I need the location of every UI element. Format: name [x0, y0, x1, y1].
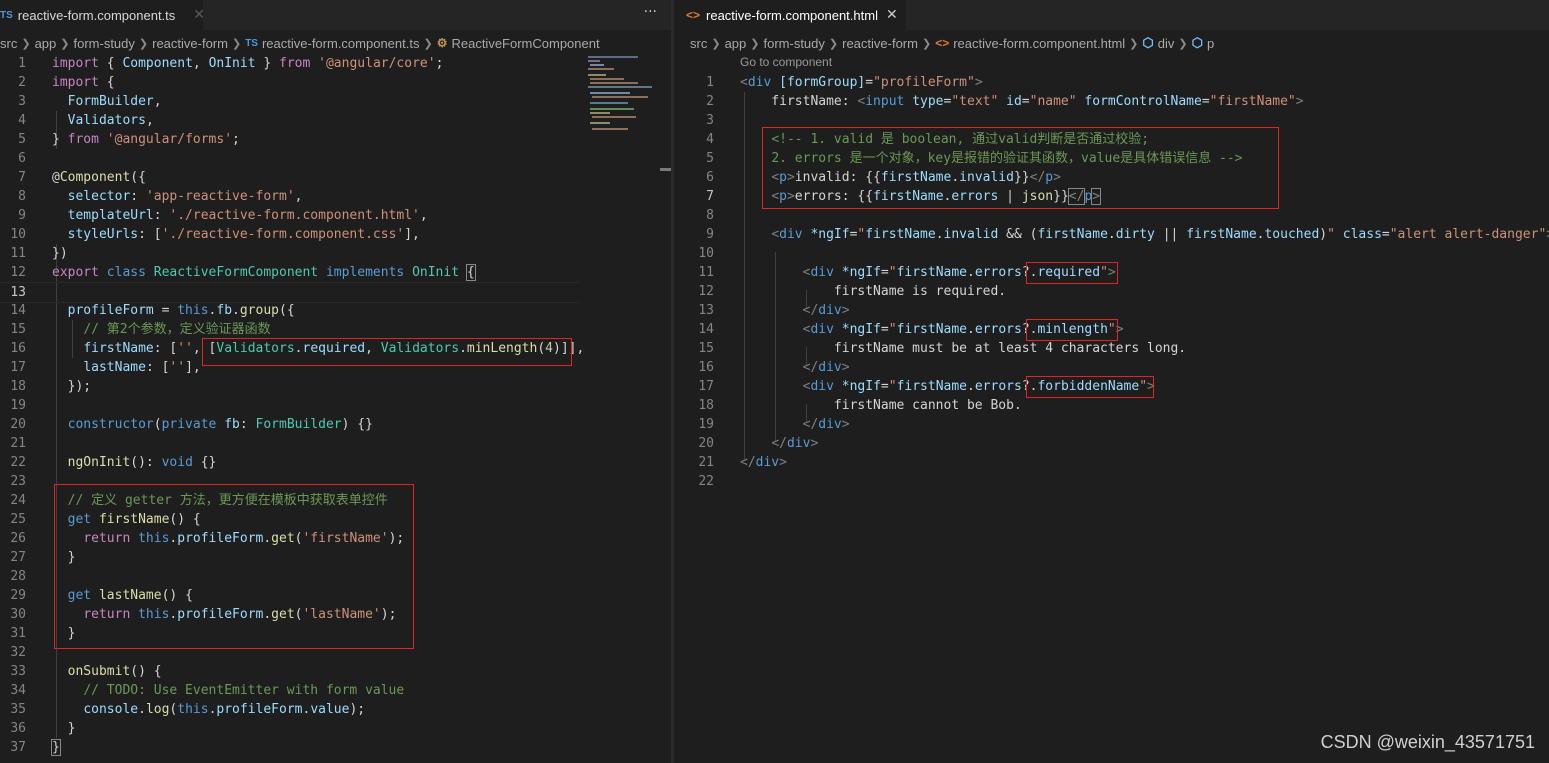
chevron-right-icon: ❯	[138, 37, 149, 50]
tab-reactive-form-component-ts[interactable]: TS reactive-form.component.ts ✕	[0, 0, 205, 30]
breadcrumb-item[interactable]: reactive-form	[152, 36, 228, 51]
breadcrumb-symbol[interactable]: ReactiveFormComponent	[451, 36, 599, 51]
code-line: 37}	[10, 739, 61, 756]
element-symbol-icon: ⬡	[1191, 35, 1203, 50]
code-line: 4 Validators,	[18, 113, 154, 128]
code-line: 1 <div [formGroup]="profileForm">	[706, 75, 983, 90]
highlight-box-getters	[54, 484, 414, 649]
tab-label: reactive-form.component.html	[706, 7, 878, 23]
highlight-box-required	[1026, 262, 1118, 284]
code-line: 10	[698, 246, 714, 261]
element-symbol-icon: ⬡	[1142, 35, 1154, 50]
breadcrumb-item[interactable]: app	[35, 36, 57, 51]
chevron-right-icon: ❯	[828, 37, 839, 50]
html-file-icon: <>	[935, 36, 950, 50]
chevron-right-icon: ❯	[1129, 37, 1139, 50]
code-line: 15 // 第2个参数，定义验证器函数	[10, 322, 271, 337]
breadcrumb-symbol-div[interactable]: div	[1158, 36, 1175, 51]
highlight-box-comment	[762, 127, 1279, 209]
scrollbar-cursor-marker	[660, 168, 671, 171]
code-line: 34 // TODO: Use EventEmitter with form v…	[10, 683, 405, 698]
code-line: 36 }	[10, 721, 76, 736]
breadcrumb-symbol-p[interactable]: p	[1207, 36, 1214, 51]
code-line: 20 </div>	[698, 436, 819, 451]
chevron-right-icon: ❯	[750, 37, 760, 50]
chevron-right-icon: ❯	[711, 37, 721, 50]
code-line: 10 styleUrls: ['./reactive-form.componen…	[10, 227, 420, 242]
breadcrumb-item[interactable]: src	[0, 36, 17, 51]
breadcrumb: src ❯ app ❯ form-study ❯ reactive-form ❯ TS …	[0, 33, 671, 53]
tab-label: reactive-form.component.ts	[17, 7, 176, 23]
chevron-right-icon: ❯	[921, 37, 932, 50]
code-line-current: 13	[0, 282, 579, 303]
breadcrumb-file[interactable]: reactive-form.component.ts	[262, 36, 420, 51]
watermark: CSDN @weixin_43571751	[1320, 732, 1535, 752]
tab-reactive-form-component-html[interactable]: <> reactive-form.component.html ✕	[674, 0, 906, 30]
code-line: 5} from '@angular/forms';	[18, 132, 240, 147]
code-line: 12 export class ReactiveFormComponent imp…	[10, 264, 476, 281]
code-line: 1 import { Component, OnInit } from '@ang…	[18, 56, 444, 71]
go-to-component-codelens[interactable]: Go to component	[740, 55, 832, 72]
chevron-right-icon: ❯	[21, 37, 31, 50]
code-line: 14 profileForm = this.fb.group({	[10, 303, 295, 318]
right-tab-bar: <> reactive-form.component.html ✕	[674, 0, 1549, 30]
breadcrumb-item[interactable]: src	[690, 36, 707, 51]
code-line: 3 FormBuilder,	[18, 94, 162, 109]
chevron-right-icon: ❯	[423, 37, 433, 50]
code-line: 18 });	[10, 379, 92, 394]
code-line: 11})	[10, 246, 68, 261]
code-line: 20 constructor(private fb: FormBuilder) …	[10, 417, 373, 432]
typescript-file-icon: TS	[0, 9, 13, 21]
code-line: 22	[698, 474, 714, 489]
code-line: 2 firstName: <input type="text" id="name…	[706, 94, 1304, 109]
code-line: 9 <div *ngIf="firstName.invalid && (firs…	[706, 227, 1549, 242]
breadcrumb-item[interactable]: reactive-form	[842, 36, 918, 51]
code-line: 8 selector: 'app-reactive-form',	[18, 189, 303, 204]
code-line: 19	[10, 398, 26, 413]
more-actions-icon[interactable]: ···	[644, 4, 657, 20]
code-line: 9 templateUrl: './reactive-form.componen…	[18, 208, 428, 223]
code-line: 2 import {	[18, 75, 115, 90]
left-tab-bar: TS reactive-form.component.ts ✕ ···	[0, 0, 671, 30]
breadcrumb-item[interactable]: form-study	[763, 36, 824, 51]
highlight-box-validators	[202, 338, 572, 366]
breadcrumb-item[interactable]: app	[725, 36, 747, 51]
code-line: 6	[18, 151, 26, 166]
code-line: 19 </div>	[698, 417, 850, 432]
highlight-box-minlength	[1026, 319, 1118, 341]
code-line: 33 onSubmit() {	[10, 664, 162, 679]
code-line: 18 firstName cannot be Bob.	[698, 398, 1022, 413]
chevron-right-icon: ❯	[60, 37, 70, 50]
breadcrumb-item[interactable]: form-study	[73, 36, 134, 51]
code-line: 7 @Component({	[18, 170, 146, 185]
chevron-right-icon: ❯	[1178, 37, 1188, 50]
code-line: 22 ngOnInit(): void {}	[10, 455, 217, 470]
code-line: 12 firstName is required.	[698, 284, 1007, 299]
code-line: 21	[10, 436, 26, 451]
code-line: 35 console.log(this.profileForm.value);	[10, 702, 366, 717]
close-icon[interactable]: ✕	[886, 7, 898, 23]
breadcrumb: src ❯ app ❯ form-study ❯ reactive-form ❯ <> …	[690, 33, 1549, 53]
right-editor-group: <> reactive-form.component.html ✕ src ❯ a…	[674, 0, 1549, 763]
class-symbol-icon: ⚙	[436, 36, 448, 50]
code-line: 21 </div>	[698, 455, 787, 470]
close-icon[interactable]: ✕	[193, 7, 205, 23]
vertical-scrollbar[interactable]	[659, 54, 671, 763]
code-line: 13 </div>	[698, 303, 850, 318]
chevron-right-icon: ❯	[231, 37, 242, 50]
html-file-icon: <>	[686, 8, 701, 22]
code-line: 16 </div>	[698, 360, 850, 375]
left-editor-group: TS reactive-form.component.ts ✕ ··· src ❯…	[0, 0, 671, 763]
minimap[interactable]	[582, 54, 660, 134]
typescript-file-icon: TS	[245, 37, 258, 49]
highlight-box-forbiddenname	[1026, 376, 1154, 398]
breadcrumb-file[interactable]: reactive-form.component.html	[953, 36, 1125, 51]
code-line: 15 firstName must be at least 4 characte…	[698, 341, 1187, 356]
